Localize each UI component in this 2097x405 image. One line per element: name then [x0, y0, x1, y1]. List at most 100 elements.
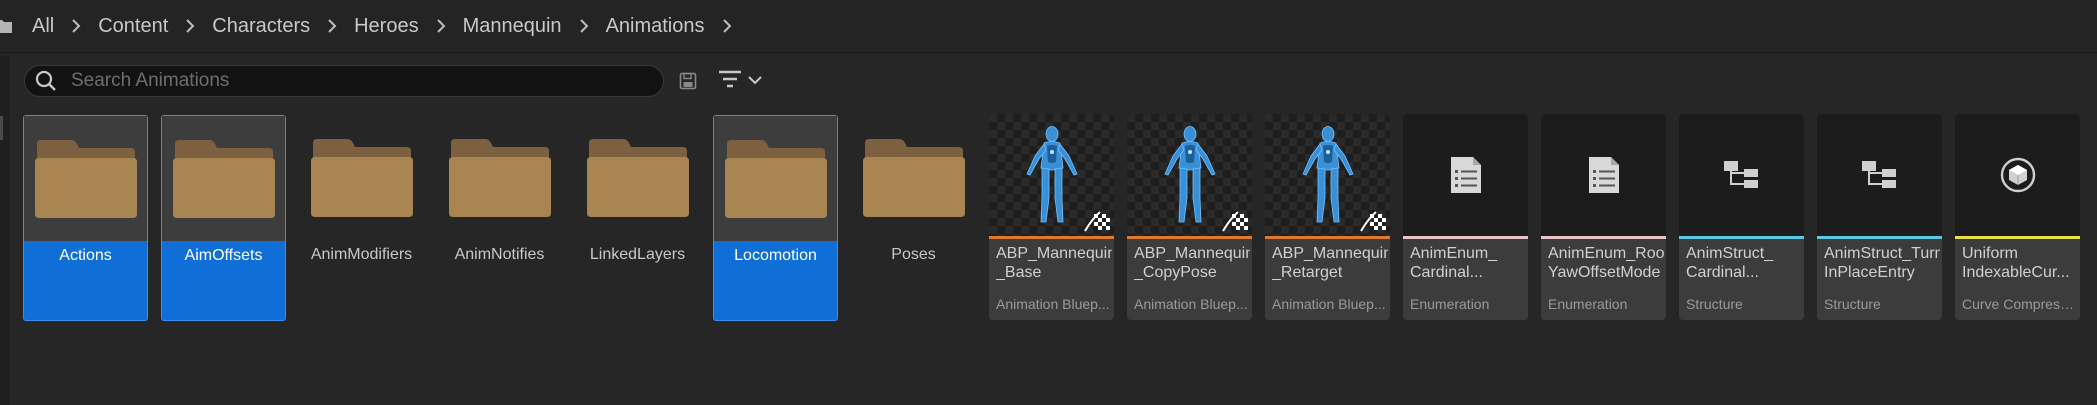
- folder-icon: [862, 138, 965, 217]
- chevron-right-icon[interactable]: [562, 0, 606, 52]
- structure-icon: [1861, 161, 1896, 188]
- breadcrumb-item-content[interactable]: Content: [98, 0, 212, 52]
- folder-label: Poses: [891, 246, 936, 263]
- enumeration-thumbnail: [1403, 114, 1528, 236]
- folder-label: Locomotion: [734, 247, 817, 264]
- folder-tile-actions[interactable]: Actions: [23, 115, 148, 321]
- asset-name: Uniform IndexableCur...: [1962, 245, 2070, 281]
- filter-dropdown-button[interactable]: [718, 67, 762, 95]
- asset-name: ABP_Mannequin _CopyPose: [1134, 245, 1250, 281]
- folder-thumbnail: [714, 116, 837, 241]
- breadcrumb-item-all[interactable]: All: [32, 0, 98, 52]
- folder-icon: [310, 138, 413, 217]
- breadcrumb-label[interactable]: Characters: [212, 15, 310, 38]
- breadcrumb-item-mannequin[interactable]: Mannequin: [463, 0, 606, 52]
- chevron-right-icon[interactable]: [310, 0, 354, 52]
- asset-tile-uniform-indexable-curve[interactable]: Uniform IndexableCur... Curve Compressi.…: [1955, 114, 2080, 320]
- folder-thumbnail: [575, 115, 700, 240]
- content-browser: All Content Characters Heroes Mannequin …: [0, 0, 2097, 405]
- folder-label: AnimNotifies: [454, 246, 545, 263]
- folder-tile-locomotion[interactable]: Locomotion: [713, 115, 838, 321]
- asset-name: ABP_Mannequin _Base: [996, 245, 1112, 281]
- filter-icon: [718, 69, 742, 94]
- animation-blueprint-badge-icon: [1082, 206, 1110, 234]
- folder-label: AnimModifiers: [310, 246, 413, 263]
- breadcrumb-label[interactable]: All: [32, 15, 54, 38]
- breadcrumb-label[interactable]: Mannequin: [463, 15, 562, 38]
- curve-compression-icon: [2000, 157, 2035, 193]
- chevron-right-icon[interactable]: [54, 0, 98, 52]
- asset-tile-abp-mannequin-copypose[interactable]: ABP_Mannequin _CopyPose Animation Bluep.…: [1127, 114, 1252, 320]
- asset-type-label: Structure: [1824, 296, 1881, 312]
- asset-type-label: Enumeration: [1410, 296, 1490, 312]
- asset-name: AnimStruct_ Cardinal...: [1686, 245, 1774, 281]
- asset-type-label: Animation Bluep...: [996, 296, 1110, 312]
- search-toolbar: [24, 64, 762, 98]
- search-box[interactable]: [24, 65, 664, 97]
- breadcrumb-label[interactable]: Heroes: [354, 15, 418, 38]
- asset-name: AnimEnum_ Cardinal...: [1410, 245, 1498, 281]
- folder-thumbnail: [299, 115, 424, 240]
- breadcrumb-item-animations[interactable]: Animations: [606, 0, 749, 52]
- breadcrumb: All Content Characters Heroes Mannequin …: [0, 0, 2097, 53]
- asset-type-label: Enumeration: [1548, 296, 1628, 312]
- structure-thumbnail: [1679, 114, 1804, 236]
- folder-tile-aimoffsets[interactable]: AimOffsets: [161, 115, 286, 321]
- folder-label: AimOffsets: [184, 247, 263, 264]
- asset-tile-animstruct-cardinal[interactable]: AnimStruct_ Cardinal... Structure: [1679, 114, 1804, 320]
- asset-name: AnimStruct_Turn InPlaceEntry: [1824, 245, 1940, 281]
- folder-icon: [34, 139, 137, 218]
- folder-icon: [448, 138, 551, 217]
- asset-tile-animenum-rootyawoffsetmode[interactable]: AnimEnum_Root YawOffsetMode Enumeration: [1541, 114, 1666, 320]
- folder-thumbnail: [24, 116, 147, 241]
- folder-thumbnail: [851, 115, 976, 240]
- chevron-right-icon[interactable]: [705, 0, 749, 52]
- sources-panel-splitter[interactable]: [0, 56, 10, 405]
- breadcrumb-item-characters[interactable]: Characters: [212, 0, 354, 52]
- folder-icon[interactable]: [0, 18, 14, 34]
- save-search-icon[interactable]: [676, 69, 700, 93]
- breadcrumb-label[interactable]: Content: [98, 15, 168, 38]
- enumeration-thumbnail: [1541, 114, 1666, 236]
- asset-type-color-bar: [989, 236, 1114, 239]
- chevron-down-icon: [748, 72, 762, 90]
- structure-icon: [1723, 161, 1758, 188]
- breadcrumb-item-heroes[interactable]: Heroes: [354, 0, 462, 52]
- folder-tile-linkedlayers[interactable]: LinkedLayers: [575, 115, 700, 321]
- enumeration-icon: [1450, 157, 1481, 193]
- folder-label: Actions: [59, 247, 112, 264]
- asset-type-color-bar: [1817, 236, 1942, 239]
- asset-type-color-bar: [1541, 236, 1666, 239]
- asset-type-color-bar: [1403, 236, 1528, 239]
- folder-thumbnail: [437, 115, 562, 240]
- asset-type-color-bar: [1679, 236, 1804, 239]
- chevron-right-icon[interactable]: [419, 0, 463, 52]
- asset-type-color-bar: [1955, 236, 2080, 239]
- enumeration-icon: [1588, 157, 1619, 193]
- folder-icon: [586, 138, 689, 217]
- search-input[interactable]: [69, 69, 663, 93]
- chevron-right-icon[interactable]: [168, 0, 212, 52]
- asset-tile-abp-mannequin-retarget[interactable]: ABP_Mannequin _Retarget Animation Bluep.…: [1265, 114, 1390, 320]
- breadcrumb-label[interactable]: Animations: [606, 15, 705, 38]
- asset-tile-abp-mannequin-base[interactable]: ABP_Mannequin _Base Animation Bluep...: [989, 114, 1114, 320]
- asset-type-color-bar: [1127, 236, 1252, 239]
- asset-name: ABP_Mannequin _Retarget: [1272, 245, 1388, 281]
- asset-type-label: Animation Bluep...: [1272, 296, 1386, 312]
- asset-tile-animenum-cardinal[interactable]: AnimEnum_ Cardinal... Enumeration: [1403, 114, 1528, 320]
- folder-label: LinkedLayers: [589, 246, 686, 263]
- asset-type-label: Curve Compressi...: [1962, 296, 2078, 312]
- folder-tile-poses[interactable]: Poses: [851, 115, 976, 321]
- splitter-handle[interactable]: [0, 116, 3, 140]
- search-icon: [33, 68, 59, 94]
- folder-tile-animmodifiers[interactable]: AnimModifiers: [299, 115, 424, 321]
- structure-thumbnail: [1817, 114, 1942, 236]
- folder-tile-animnotifies[interactable]: AnimNotifies: [437, 115, 562, 321]
- folder-icon: [724, 139, 827, 218]
- asset-type-label: Structure: [1686, 296, 1743, 312]
- folder-icon: [172, 139, 275, 218]
- asset-tile-animstruct-turninplaceentry[interactable]: AnimStruct_Turn InPlaceEntry Structure: [1817, 114, 1942, 320]
- asset-type-color-bar: [1265, 236, 1390, 239]
- asset-type-label: Animation Bluep...: [1134, 296, 1248, 312]
- curve-compression-thumbnail: [1955, 114, 2080, 236]
